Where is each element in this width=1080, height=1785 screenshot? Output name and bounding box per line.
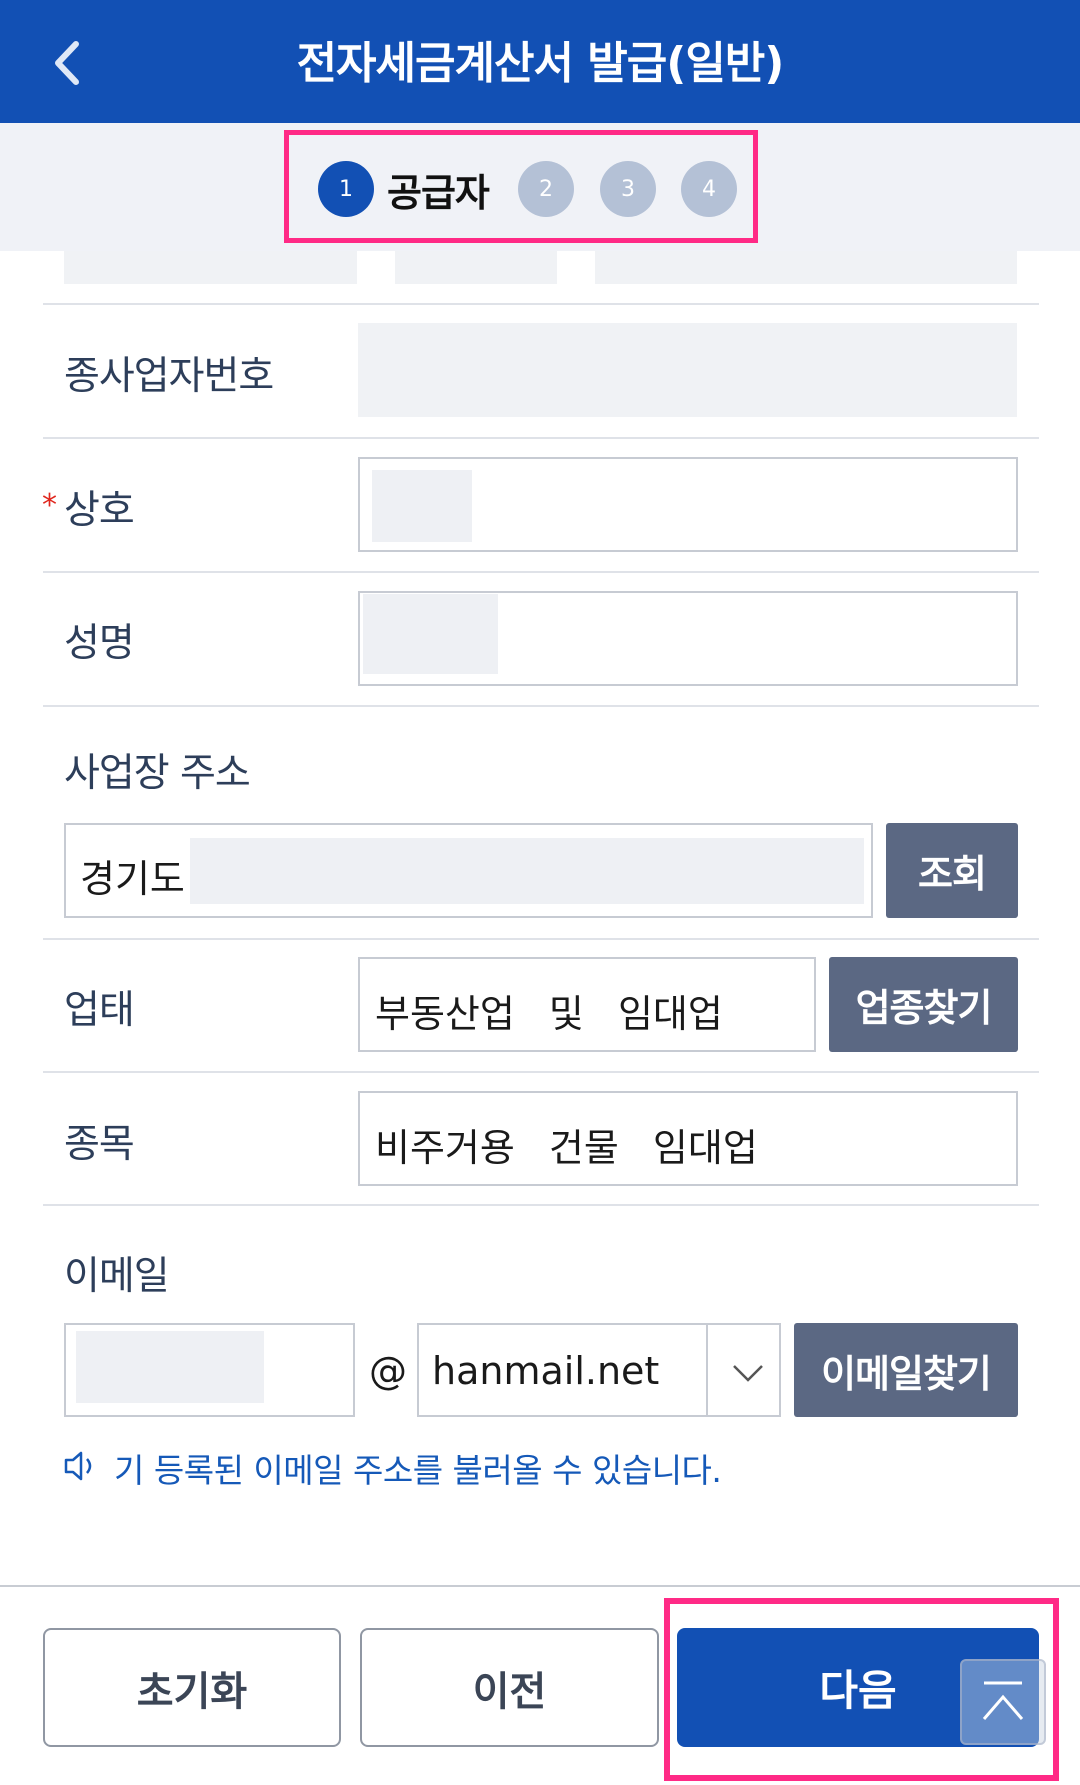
item-value: 비주거용 건물 임대업 <box>375 1126 758 1170</box>
item-label: 종목 <box>64 1122 135 1167</box>
prev-button[interactable]: 이전 <box>360 1628 659 1747</box>
email-at-sign: @ <box>369 1349 407 1393</box>
divider <box>43 437 1039 439</box>
page-title: 전자세금계산서 발급(일반) <box>296 38 785 89</box>
email-find-button[interactable]: 이메일찾기 <box>794 1323 1018 1417</box>
reset-button[interactable]: 초기화 <box>43 1628 341 1747</box>
company-value-redacted <box>372 470 472 542</box>
sub-business-no-field <box>358 323 1017 417</box>
business-type-value: 부동산업 및 임대업 <box>375 992 723 1036</box>
divider <box>43 571 1039 573</box>
sub-business-no-label: 종사업자번호 <box>64 354 274 399</box>
email-hint: 기 등록된 이메일 주소를 불러올 수 있습니다. <box>114 1451 722 1490</box>
email-label: 이메일 <box>64 1254 170 1299</box>
chevron-left-icon[interactable] <box>44 38 94 88</box>
divider <box>43 705 1039 707</box>
divider <box>43 303 1039 305</box>
company-label: 상호 <box>64 488 135 533</box>
email-id-redacted <box>76 1331 264 1403</box>
name-label: 성명 <box>64 621 135 666</box>
select-divider <box>706 1325 708 1415</box>
name-value-redacted <box>363 594 498 674</box>
bottom-divider <box>0 1585 1080 1587</box>
address-value-redacted <box>190 838 864 904</box>
steps-highlight <box>284 130 758 243</box>
speaker-icon <box>62 1448 100 1484</box>
divider <box>43 938 1039 940</box>
address-label: 사업장 주소 <box>64 751 251 796</box>
business-type-search-button[interactable]: 업종찾기 <box>829 957 1018 1052</box>
business-type-label: 업태 <box>64 988 135 1033</box>
address-search-button[interactable]: 조회 <box>886 823 1018 918</box>
email-domain-value: hanmail.net <box>432 1349 660 1393</box>
scroll-top-icon[interactable] <box>960 1659 1046 1745</box>
address-value: 경기도 <box>80 857 185 901</box>
chevron-down-icon[interactable] <box>728 1353 768 1393</box>
required-mark: * <box>42 488 57 523</box>
divider <box>43 1204 1039 1206</box>
divider <box>43 1071 1039 1073</box>
